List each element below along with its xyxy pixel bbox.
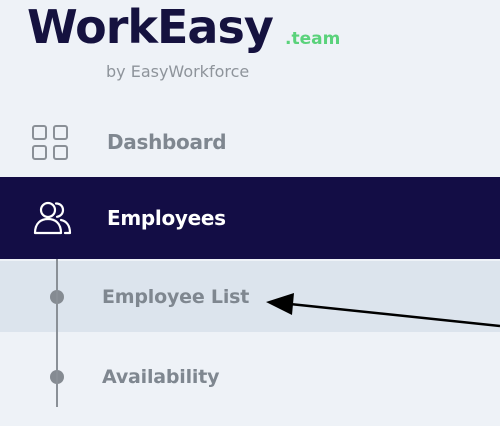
sidebar-item-label: Employees <box>107 206 226 230</box>
sidebar-item-employees[interactable]: Employees <box>0 177 500 259</box>
logo[interactable]: WorkEasy .team by EasyWorkforce <box>27 0 367 90</box>
logo-byline: by EasyWorkforce <box>106 62 250 81</box>
users-icon <box>33 201 72 235</box>
logo-wordmark: WorkEasy <box>27 0 274 54</box>
subnav-item-employee-list[interactable]: Employee List <box>0 261 500 332</box>
grid-icon <box>32 125 68 160</box>
sidebar-item-label: Dashboard <box>107 130 227 154</box>
logo-suffix: .team <box>285 29 341 49</box>
sidebar-item-dashboard[interactable]: Dashboard <box>0 112 500 172</box>
subnav-tree-line <box>56 259 58 407</box>
subnav-item-label: Employee List <box>102 285 250 308</box>
subnav-item-label: Availability <box>102 366 220 388</box>
subnav-item-availability[interactable]: Availability <box>0 340 500 414</box>
